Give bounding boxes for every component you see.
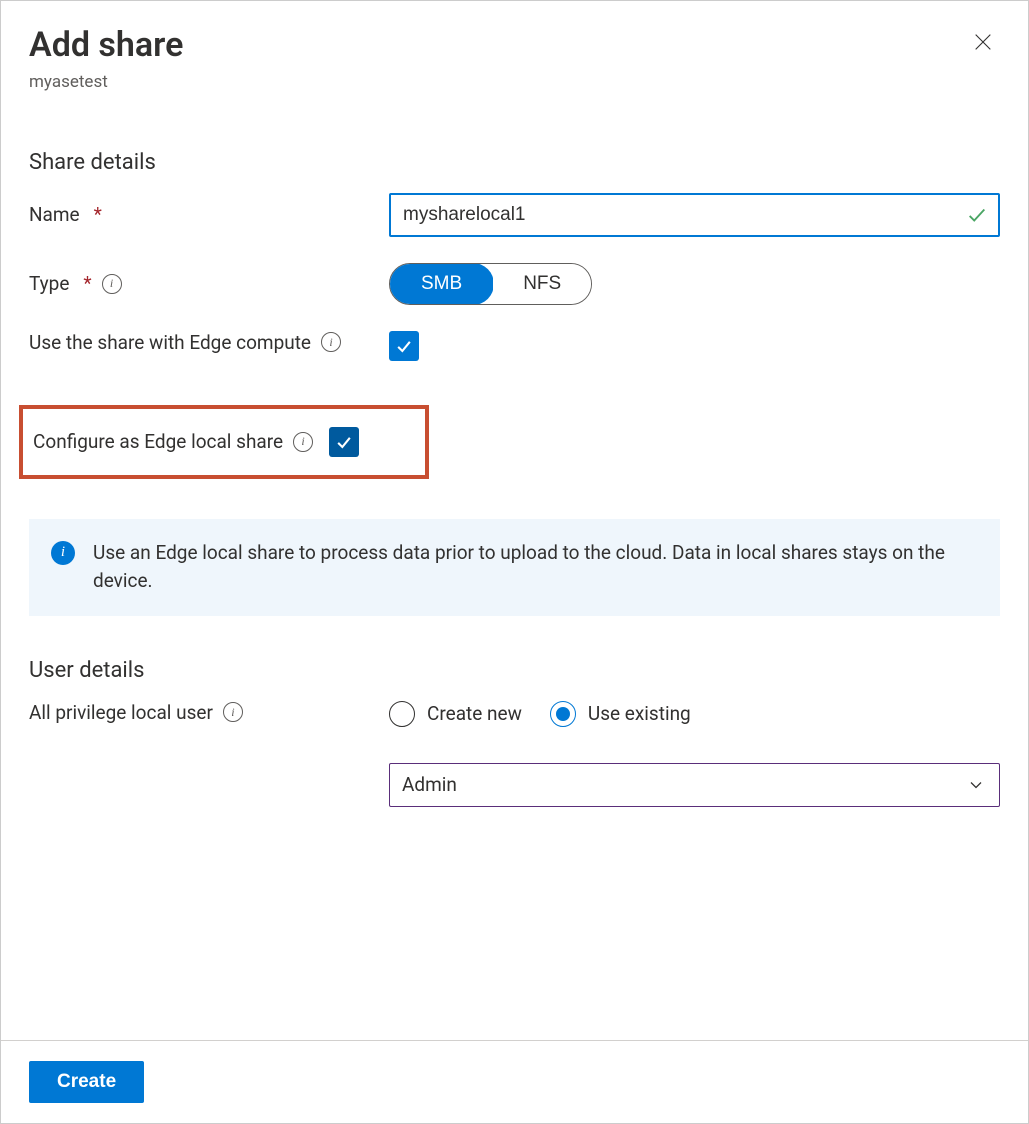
check-icon [394, 336, 414, 356]
edge-local-label: Configure as Edge local share [33, 430, 283, 453]
share-details-heading: Share details [29, 150, 1000, 175]
info-banner-text: Use an Edge local share to process data … [93, 539, 978, 596]
edge-local-highlight: Configure as Edge local share i [19, 405, 429, 479]
info-icon[interactable]: i [223, 702, 243, 722]
info-banner-icon: i [51, 541, 75, 565]
user-select-value: Admin [402, 773, 457, 796]
name-label: Name [29, 203, 80, 226]
type-option-nfs[interactable]: NFS [493, 264, 591, 304]
required-marker: * [94, 203, 102, 226]
required-marker: * [83, 272, 91, 295]
edge-local-checkbox[interactable] [329, 427, 359, 457]
info-icon[interactable]: i [321, 332, 341, 352]
user-details-heading: User details [29, 658, 1000, 683]
radio-create-new[interactable]: Create new [389, 701, 522, 727]
edge-compute-checkbox[interactable] [389, 331, 419, 361]
page-title: Add share [29, 25, 183, 66]
info-icon[interactable]: i [293, 432, 313, 452]
check-icon [334, 432, 354, 452]
radio-use-existing-label: Use existing [588, 702, 691, 725]
close-icon [972, 31, 994, 53]
type-option-smb[interactable]: SMB [389, 263, 494, 305]
edge-compute-label: Use the share with Edge compute [29, 331, 311, 354]
name-input[interactable] [389, 193, 1000, 237]
user-label: All privilege local user [29, 701, 213, 724]
user-radio-group: Create new Use existing [389, 701, 1000, 727]
create-button[interactable]: Create [29, 1061, 144, 1103]
info-banner: i Use an Edge local share to process dat… [29, 519, 1000, 616]
page-subtitle: myasetest [29, 72, 183, 92]
radio-create-new-label: Create new [427, 702, 522, 725]
type-label: Type [29, 272, 69, 295]
valid-check-icon [966, 204, 988, 226]
user-select[interactable]: Admin [389, 763, 1000, 807]
close-button[interactable] [966, 25, 1000, 59]
type-segmented: SMB NFS [389, 263, 592, 305]
chevron-down-icon [966, 775, 986, 795]
info-icon[interactable]: i [102, 274, 122, 294]
radio-use-existing[interactable]: Use existing [550, 701, 691, 727]
